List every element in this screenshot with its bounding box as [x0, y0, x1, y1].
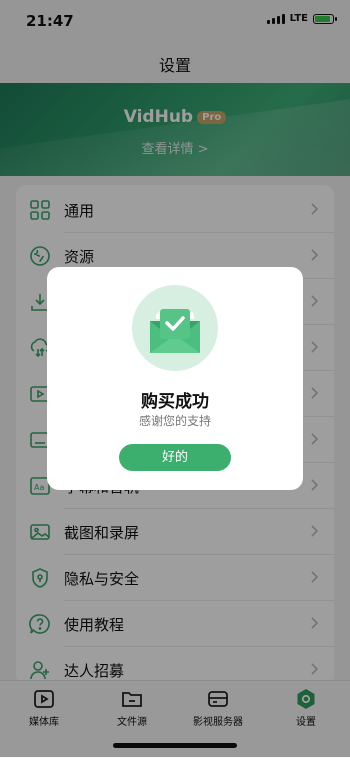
ok-button[interactable]: 好的	[119, 444, 231, 471]
settings-screen: 21:47 LTE 设置 VidHub Pro 查看详情 > 通用 资源 Aa …	[0, 0, 350, 758]
purchase-success-dialog: 购买成功 感谢您的支持 好的	[47, 267, 303, 490]
envelope-check-icon	[132, 285, 218, 371]
dialog-subtitle: 感谢您的支持	[138, 414, 211, 428]
dialog-title: 购买成功	[141, 392, 209, 412]
